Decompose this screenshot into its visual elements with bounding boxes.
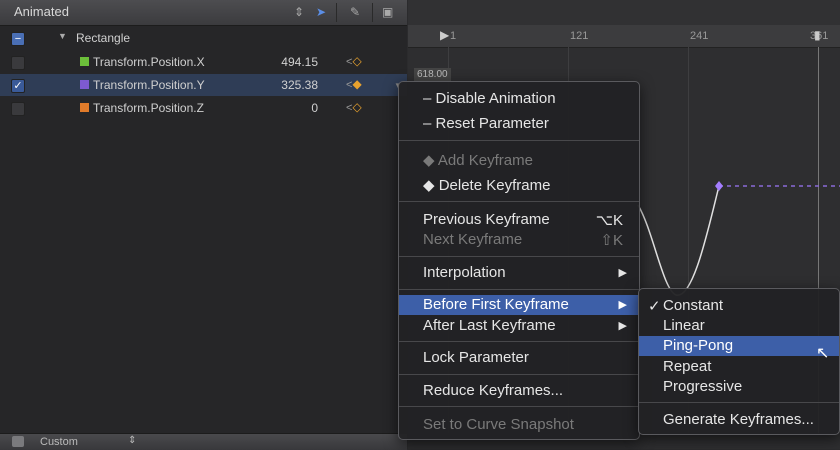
keyframe-nav-icon[interactable]: <◇ — [346, 54, 362, 68]
menu-separator — [399, 256, 639, 257]
menu-item-before-first-keyframe[interactable]: Before First Keyframe ▶ — [399, 295, 639, 315]
keyframe-nav-icon[interactable]: <◆ — [346, 77, 362, 91]
submenu-item-repeat[interactable]: Repeat — [639, 357, 839, 377]
menu-item-after-last-keyframe[interactable]: After Last Keyframe ▶ — [399, 316, 639, 336]
menu-separator — [399, 341, 639, 342]
menu-separator — [399, 201, 639, 202]
row-name: Transform.Position.Z — [93, 101, 204, 115]
list-item-rectangle[interactable]: − ▼ Rectangle — [0, 27, 407, 49]
menu-separator — [399, 374, 639, 375]
panel-header: Animated ⇕ ➤ ✎ ▣ — [0, 0, 407, 26]
menu-separator — [399, 406, 639, 407]
panel-footer: Custom ⇕ — [0, 433, 407, 450]
enable-checkbox[interactable] — [11, 56, 25, 70]
submenu-item-linear[interactable]: Linear — [639, 316, 839, 336]
menu-separator — [639, 402, 839, 403]
menu-item-set-to-curve-snapshot: Set to Curve Snapshot — [423, 416, 574, 433]
row-value[interactable]: 325.38 — [281, 78, 318, 92]
checkmark-icon: ✓ — [648, 298, 661, 315]
arrow-tool-icon[interactable]: ➤ — [316, 5, 326, 19]
submenu-item-generate-keyframes[interactable]: Generate Keyframes... — [639, 410, 839, 430]
menu-item-previous-keyframe[interactable]: Previous Keyframe ⌥K — [399, 210, 639, 230]
row-value[interactable]: 0 — [311, 101, 318, 115]
preset-popup[interactable]: Custom — [40, 436, 78, 448]
enable-checkbox[interactable]: ✓ — [11, 79, 25, 93]
preset-icon — [12, 436, 24, 447]
stepper-icon[interactable]: ⇕ — [128, 435, 136, 446]
color-swatch — [80, 57, 89, 66]
list-item-position-y[interactable]: ✓ Transform.Position.Y 325.38 <◆ ▼ — [0, 74, 407, 96]
row-name: Transform.Position.X — [93, 55, 205, 69]
menu-item-add-keyframe: ◆ Add Keyframe — [423, 152, 533, 169]
menu-separator — [399, 289, 639, 290]
panel-title: Animated — [14, 4, 69, 19]
divider — [336, 3, 337, 22]
chevron-right-icon: ▶ — [618, 267, 627, 279]
list-item-position-z[interactable]: Transform.Position.Z 0 <◇ — [0, 97, 407, 119]
stepper-icon[interactable]: ⇕ — [294, 5, 304, 19]
frame-tool-icon[interactable]: ▣ — [382, 5, 393, 19]
color-swatch — [80, 103, 89, 112]
submenu-item-progressive[interactable]: Progressive — [639, 377, 839, 397]
list-item-position-x[interactable]: Transform.Position.X 494.15 <◇ — [0, 51, 407, 73]
enable-checkbox[interactable] — [11, 102, 25, 116]
menu-item-disable-animation[interactable]: – Disable Animation — [399, 89, 639, 109]
keyframe-nav-icon[interactable]: <◇ — [346, 100, 362, 114]
chevron-right-icon: ▶ — [618, 299, 627, 311]
row-name: Rectangle — [76, 31, 131, 45]
submenu-before-first-keyframe: ✓ Constant Linear Ping-Pong Repeat Progr… — [638, 288, 840, 435]
menu-item-reduce-keyframes[interactable]: Reduce Keyframes... — [399, 381, 639, 401]
disclosure-triangle-icon[interactable]: ▼ — [58, 31, 67, 41]
submenu-item-ping-pong[interactable]: Ping-Pong — [639, 336, 839, 356]
enable-checkbox[interactable]: − — [11, 32, 25, 46]
chevron-right-icon: ▶ — [618, 320, 627, 332]
submenu-item-constant[interactable]: ✓ Constant — [639, 296, 839, 316]
row-value[interactable]: 494.15 — [281, 55, 318, 69]
mouse-cursor-icon: ↖ — [816, 345, 830, 362]
menu-item-next-keyframe: Next Keyframe ⇧K — [423, 231, 623, 249]
row-name: Transform.Position.Y — [93, 78, 205, 92]
color-swatch — [80, 80, 89, 89]
menu-item-interpolation[interactable]: Interpolation ▶ — [399, 263, 639, 283]
context-menu: – Disable Animation – Reset Parameter ◆ … — [398, 81, 640, 440]
divider — [372, 3, 373, 22]
menu-item-reset-parameter[interactable]: – Reset Parameter — [399, 114, 639, 134]
menu-separator — [399, 140, 639, 141]
pen-tool-icon[interactable]: ✎ — [350, 5, 360, 19]
parameter-list-panel: Animated ⇕ ➤ ✎ ▣ − ▼ Rectangle Transform… — [0, 0, 407, 450]
menu-item-lock-parameter[interactable]: Lock Parameter — [399, 348, 639, 368]
menu-item-delete-keyframe[interactable]: ◆ Delete Keyframe — [399, 175, 639, 195]
